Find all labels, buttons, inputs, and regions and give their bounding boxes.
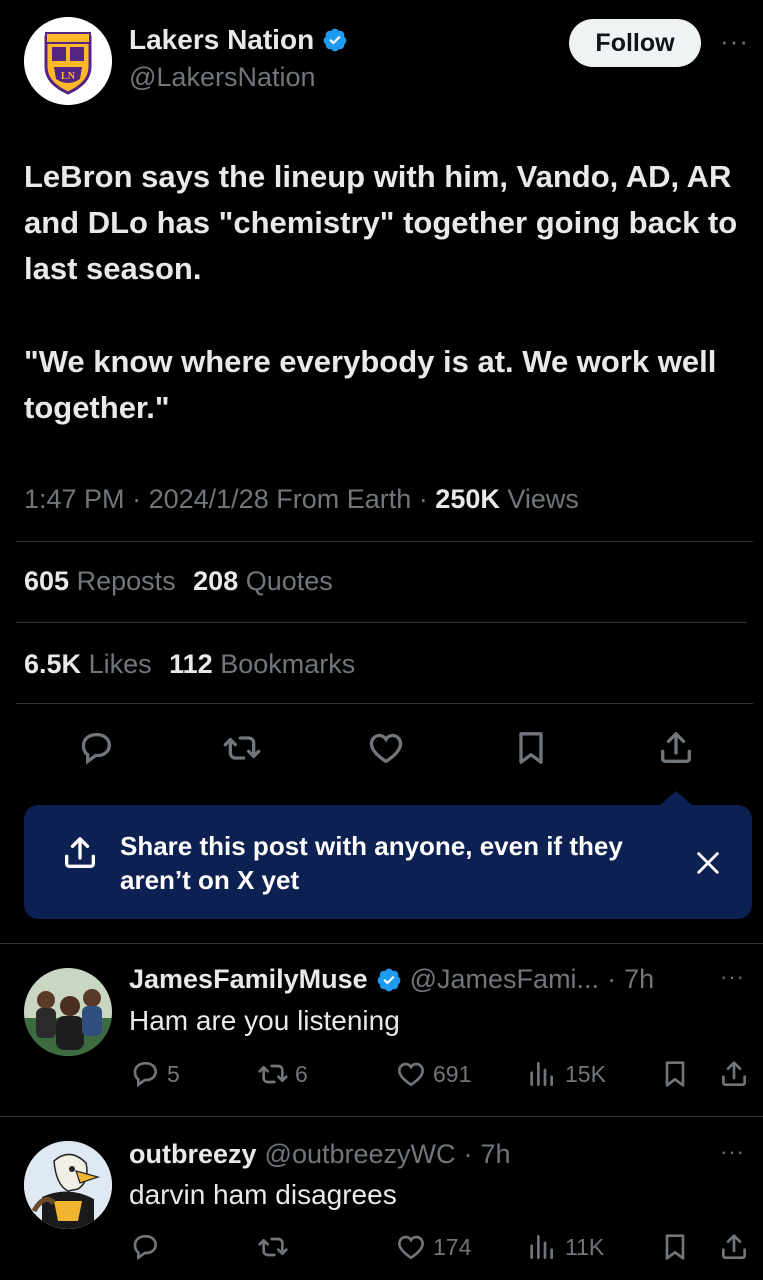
likes-label: Likes (88, 649, 152, 679)
verified-badge-icon (377, 968, 400, 991)
views-count: 250K (435, 484, 500, 514)
reposts-label: Reposts (76, 566, 176, 596)
share-prompt-pointer (660, 791, 692, 805)
repost-count: 6 (295, 1060, 308, 1087)
divider (16, 622, 747, 623)
post-text-paragraph-2: "We know where everybody is at. We work … (24, 344, 717, 425)
views-count: 11K (565, 1233, 605, 1260)
eagle-cartoon-avatar (24, 1141, 112, 1229)
post-text-paragraph-1: LeBron says the lineup with him, Vando, … (24, 159, 738, 286)
author-display-name[interactable]: Lakers Nation (129, 24, 314, 56)
post-source: From Earth (276, 484, 412, 514)
divider (16, 703, 753, 704)
share-icon[interactable] (656, 728, 696, 768)
svg-text:LN: LN (61, 71, 76, 82)
share-prompt[interactable]: Share this post with anyone, even if the… (24, 805, 752, 919)
bookmarks-stat[interactable]: 112 Bookmarks (169, 649, 355, 679)
author-handle[interactable]: @LakersNation (129, 62, 348, 93)
reply-reply-action[interactable] (129, 1231, 167, 1263)
reply-author-name[interactable]: JamesFamilyMuse (129, 964, 368, 995)
share-icon[interactable] (718, 1058, 750, 1090)
repost-icon[interactable] (222, 728, 262, 768)
post-date[interactable]: 2024/1/28 (149, 484, 269, 514)
reply-author-handle[interactable]: @JamesFami... (410, 964, 599, 995)
reply-like-action[interactable]: 691 (395, 1058, 471, 1090)
reply-repost-action[interactable] (257, 1231, 295, 1263)
reposts-count: 605 (24, 566, 70, 596)
follow-button[interactable]: Follow (569, 19, 701, 67)
like-icon (398, 1235, 424, 1260)
reply-header: JamesFamilyMuse @JamesFami... · 7h (129, 964, 655, 995)
reply-icon[interactable] (76, 728, 116, 768)
like-count: 691 (433, 1060, 472, 1087)
bookmark-icon[interactable] (659, 1058, 691, 1090)
reply-like-action[interactable]: 174 (395, 1231, 471, 1263)
reply-text: darvin ham disagrees (129, 1179, 397, 1210)
views-count: 15K (565, 1060, 606, 1087)
bookmarks-label: Bookmarks (220, 649, 356, 679)
reply-views-action[interactable]: 15K (525, 1058, 606, 1090)
more-options-icon[interactable]: ··· (720, 964, 745, 990)
share-icon (65, 837, 96, 868)
lakers-nation-avatar[interactable]: LN (24, 17, 112, 105)
repost-icon (258, 1064, 288, 1084)
reply-item[interactable]: outbreezy @outbreezyWC · 7h ··· darvin h… (0, 1117, 763, 1280)
bookmark-icon[interactable] (511, 728, 551, 768)
more-options-icon[interactable]: ··· (720, 1139, 745, 1165)
reply-time[interactable]: 7h (624, 964, 654, 995)
more-options-icon[interactable]: ··· (720, 26, 749, 57)
reply-avatar[interactable] (24, 968, 112, 1056)
close-icon[interactable] (694, 849, 722, 877)
share-icon[interactable] (718, 1231, 750, 1263)
reply-views-action[interactable]: 11K (525, 1231, 604, 1263)
lakers-nation-logo: LN (24, 17, 112, 105)
family-photo-avatar (24, 968, 112, 1056)
like-count: 174 (433, 1233, 472, 1260)
reply-icon (133, 1235, 158, 1261)
bookmark-icon[interactable] (659, 1231, 691, 1263)
repost-icon (258, 1237, 288, 1257)
reply-count: 5 (167, 1060, 180, 1087)
reposts-quotes-row: 605 Reposts 208 Quotes (24, 566, 333, 597)
reply-avatar[interactable] (24, 1141, 112, 1229)
reply-author-name[interactable]: outbreezy (129, 1139, 257, 1170)
verified-badge-icon (323, 28, 347, 52)
reply-text: Ham are you listening (129, 1005, 400, 1036)
like-icon[interactable] (366, 728, 406, 768)
likes-count: 6.5K (24, 649, 82, 679)
reply-time[interactable]: 7h (481, 1139, 511, 1170)
like-icon (398, 1062, 424, 1087)
quotes-count: 208 (193, 566, 239, 596)
likes-bookmarks-row: 6.5K Likes 112 Bookmarks (24, 649, 355, 680)
quotes-label: Quotes (245, 566, 333, 596)
reply-item[interactable]: JamesFamilyMuse @JamesFami... · 7h ··· H… (0, 944, 763, 1116)
reply-author-handle[interactable]: @outbreezyWC (265, 1139, 456, 1170)
quotes-stat[interactable]: 208 Quotes (193, 566, 333, 596)
reply-icon (133, 1062, 158, 1088)
likes-stat[interactable]: 6.5K Likes (24, 649, 159, 679)
reposts-stat[interactable]: 605 Reposts (24, 566, 183, 596)
views-chart-icon (530, 1235, 553, 1259)
share-prompt-text: Share this post with anyone, even if the… (120, 831, 623, 895)
views-label: Views (507, 484, 579, 514)
bookmarks-count: 112 (169, 649, 213, 679)
reply-repost-action[interactable]: 6 (257, 1058, 308, 1090)
reply-reply-action[interactable]: 5 (129, 1058, 180, 1090)
post-author: Lakers Nation @LakersNation (129, 24, 348, 93)
post-time[interactable]: 1:47 PM (24, 484, 125, 514)
divider (16, 541, 753, 542)
views-chart-icon (530, 1062, 553, 1086)
post-meta: 1:47 PM · 2024/1/28 From Earth · 250K Vi… (24, 484, 579, 514)
reply-header: outbreezy @outbreezyWC · 7h (129, 1139, 511, 1170)
